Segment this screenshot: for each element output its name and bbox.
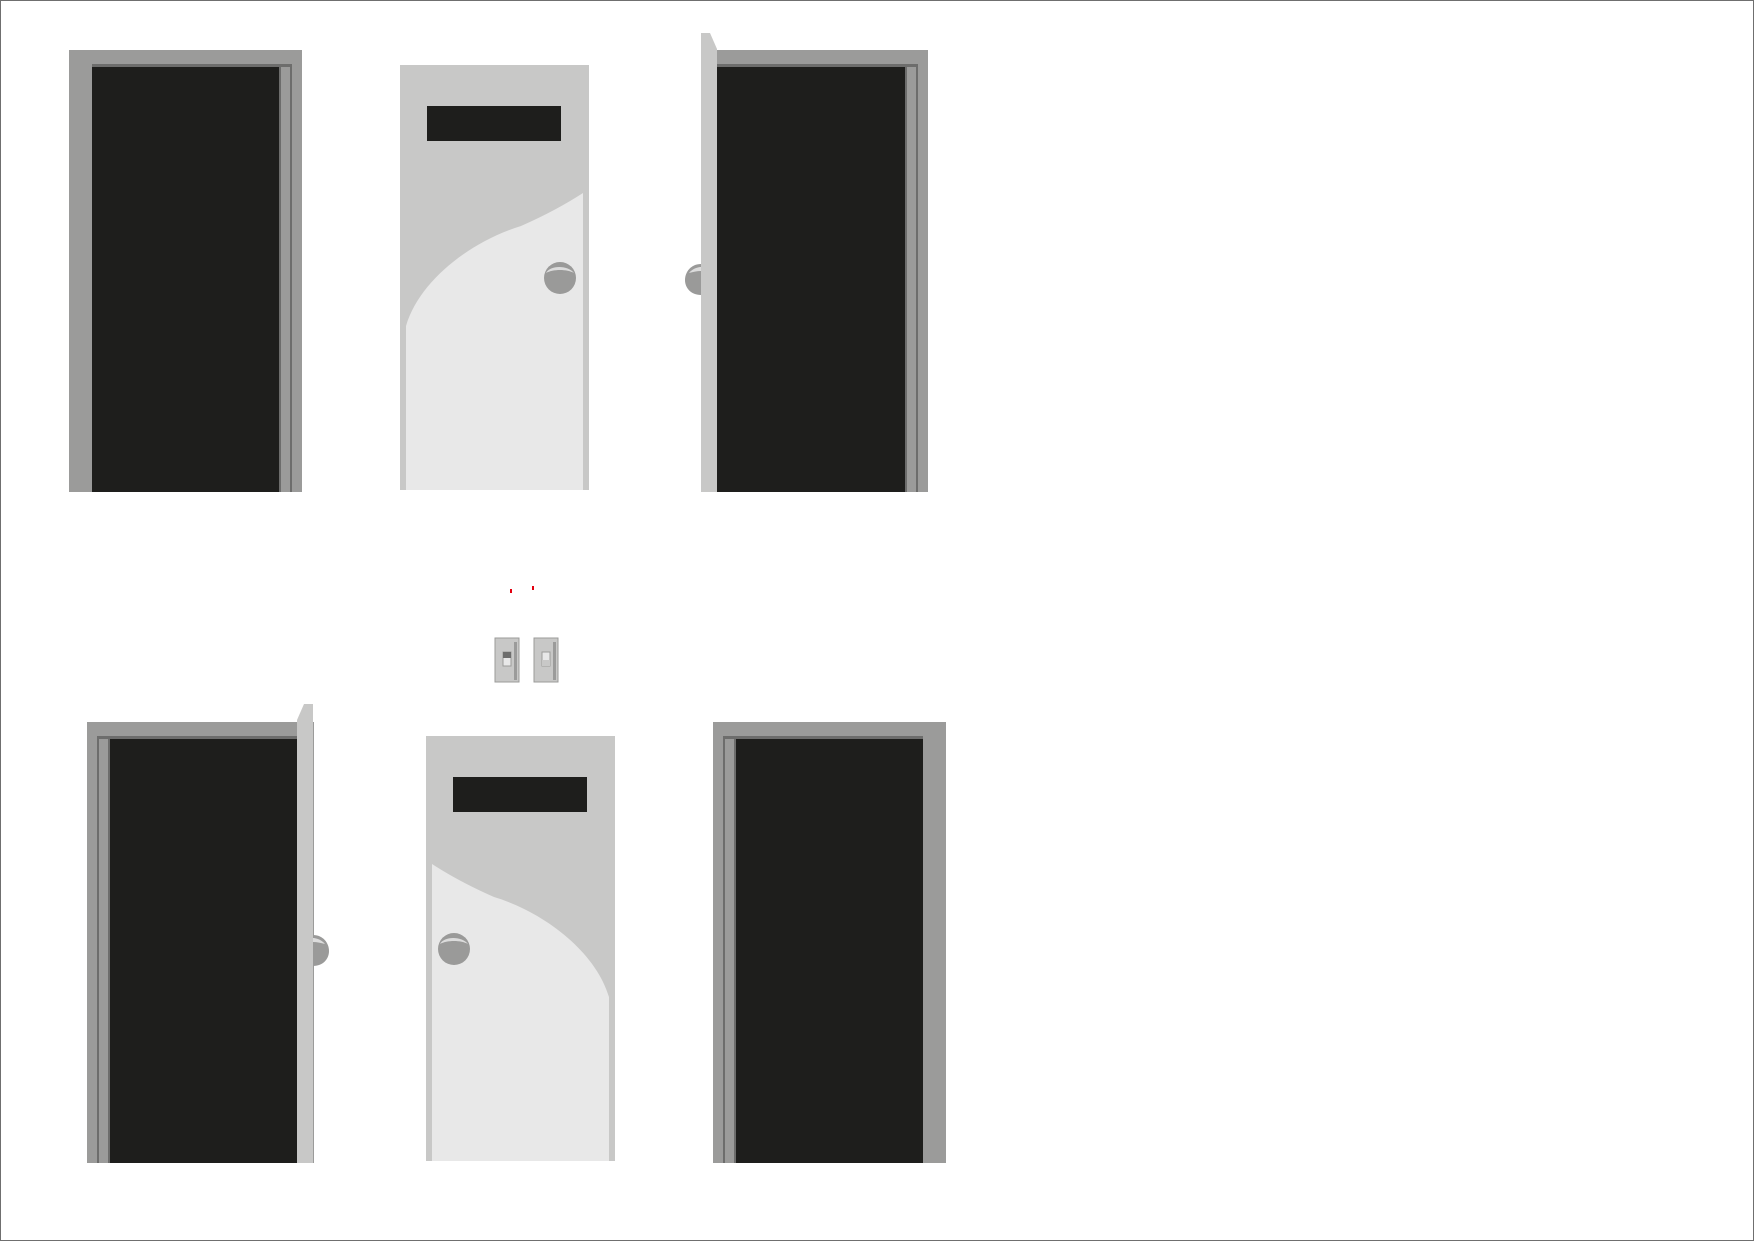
closed-door-bottom-middle [426,736,615,1161]
door-opening [92,67,279,492]
door-frame-bottom-right [713,722,946,1163]
switch-plate-shadow [514,642,517,680]
light-switch-left [494,589,520,683]
door-opening [110,739,297,1163]
door-knob-icon [685,264,701,295]
door-frame-top-left [69,50,302,492]
switch-indicator-icon [510,589,512,593]
door-sprite-sheet [69,33,946,1163]
door-window [427,106,561,141]
door-opening [717,67,905,492]
open-door-leaf [297,704,313,1163]
frame-edge-right-inner [281,66,290,492]
switch-plate-shadow [553,642,556,680]
frame-top-edge [99,736,297,739]
switch-toggle-dark [542,660,550,666]
frame-edge-right-inner [907,66,916,492]
light-switch-right [532,586,559,683]
door-knob-icon [438,933,470,965]
door-opening [736,739,923,1163]
door-knob-icon [544,262,576,294]
open-door-bottom-left [87,704,329,1163]
frame-edge-left-inner [99,738,108,1163]
door-window [453,777,587,812]
frame-top-edge [717,64,916,67]
frame-top-edge [92,64,290,67]
open-door-leaf [701,33,717,492]
switch-toggle-dark [503,652,511,658]
frame-top-edge [725,736,923,739]
switch-indicator-icon [532,586,534,590]
door-knob-icon [313,935,329,966]
frame-edge-left-inner [725,738,734,1163]
open-door-top-right [685,33,928,492]
drawing-canvas [0,0,1754,1241]
closed-door-top-middle [400,65,589,490]
